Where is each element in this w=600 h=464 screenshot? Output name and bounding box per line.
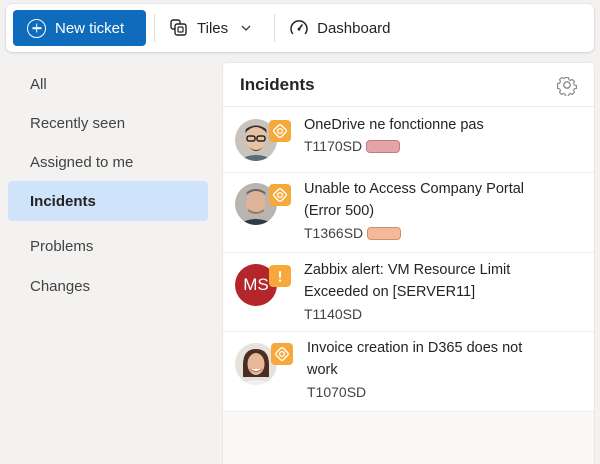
ticket-title-line: Exceeded on [SERVER11] [304,284,476,300]
toolbar: New ticket Tiles Dashboard [6,4,594,52]
alert-icon [269,265,291,287]
sidebar-item-all[interactable]: All [8,64,208,104]
sidebar-item-recently-seen[interactable]: Recently seen [8,103,208,143]
sidebar-item-label: Incidents [30,192,96,210]
sidebar-item-label: Recently seen [30,114,126,132]
ticket-id-row: T1170SD [304,138,401,154]
ticket-item[interactable]: MS Zabbix alert: VM Resource Limit Excee… [223,253,594,332]
add-icon [27,18,46,38]
ticket-title: OneDrive ne fonctionne pas [304,114,484,136]
avatar-initials: MS [243,275,269,294]
ticket-title: Zabbix alert: VM Resource Limit Exceeded… [304,259,510,303]
sidebar-item-assigned-to-me[interactable]: Assigned to me [8,142,208,182]
sidebar-item-incidents[interactable]: Incidents [8,181,208,221]
ticket-id-row: T1140SD [304,306,362,322]
ticket-id: T1140SD [304,306,363,322]
incident-icon [269,120,291,142]
ticket-title: Invoice creation in D365 does not work [307,337,522,381]
sidebar-item-label: Changes [30,277,91,295]
gear-icon[interactable] [556,74,578,96]
new-ticket-label: New ticket [55,19,125,37]
ticket-title-line: (Error 500) [304,203,375,219]
ticket-title: Unable to Access Company Portal (Error 5… [304,178,524,222]
sidebar-item-problems[interactable]: Problems [8,226,208,266]
dashboard-button[interactable]: Dashboard [283,10,396,46]
sidebar-item-changes[interactable]: Changes [8,266,208,306]
sidebar-item-label: Assigned to me [30,153,134,171]
tiles-icon [170,19,187,36]
incidents-panel: Incidents OneDrive ne fonctionne pas T11… [223,63,594,464]
sidebar-item-label: All [30,75,47,93]
ticket-title-line: OneDrive ne fonctionne pas [304,117,484,133]
toolbar-separator [274,14,276,42]
ticket-title-line: Unable to Access Company Portal [304,181,525,197]
ticket-title-line: Zabbix alert: VM Resource Limit [304,262,511,278]
new-ticket-button[interactable]: New ticket [13,10,146,46]
ticket-title-line: Invoice creation in D365 does not [307,340,523,356]
panel-header: Incidents [223,63,594,107]
view-selector-label: Tiles [197,19,229,37]
ticket-id-row: T1070SD [307,384,366,400]
sidebar-item-label: Problems [30,237,94,255]
ticket-id: T1070SD [307,384,367,400]
priority-badge [367,226,402,240]
ticket-id: T1366SD [304,225,364,241]
ticket-id: T1170SD [304,138,363,154]
gauge-icon [290,20,308,35]
dashboard-label: Dashboard [317,19,391,37]
panel-title: Incidents [240,74,315,94]
ticket-item[interactable]: Unable to Access Company Portal (Error 5… [223,173,594,253]
view-selector-dropdown[interactable]: Tiles [163,10,266,46]
incident-icon [269,184,291,206]
ticket-title-line: work [307,362,338,378]
ticket-item[interactable]: Invoice creation in D365 does not work T… [223,332,594,412]
incident-icon [271,343,293,365]
ticket-item[interactable]: OneDrive ne fonctionne pas T1170SD [223,107,594,173]
ticket-id-row: T1366SD [304,225,402,241]
priority-badge [366,139,401,153]
toolbar-separator [154,14,155,42]
chevron-down-icon [241,25,251,31]
